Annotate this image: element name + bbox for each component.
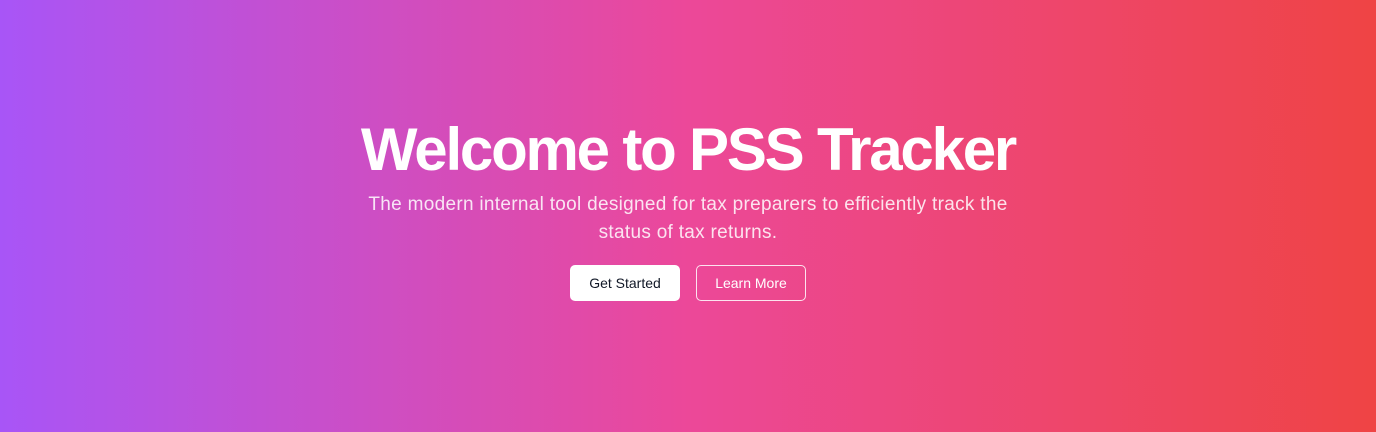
learn-more-button[interactable]: Learn More — [696, 265, 806, 301]
get-started-button[interactable]: Get Started — [570, 265, 680, 301]
hero-title: Welcome to PSS Tracker — [360, 116, 1017, 183]
hero-subtitle: The modern internal tool designed for ta… — [368, 194, 1008, 243]
hero-actions: Get Started Learn More — [570, 265, 806, 301]
hero-content: Welcome to PSS Tracker The modern intern… — [348, 117, 1028, 301]
hero-section: Welcome to PSS Tracker The modern intern… — [0, 0, 1376, 432]
